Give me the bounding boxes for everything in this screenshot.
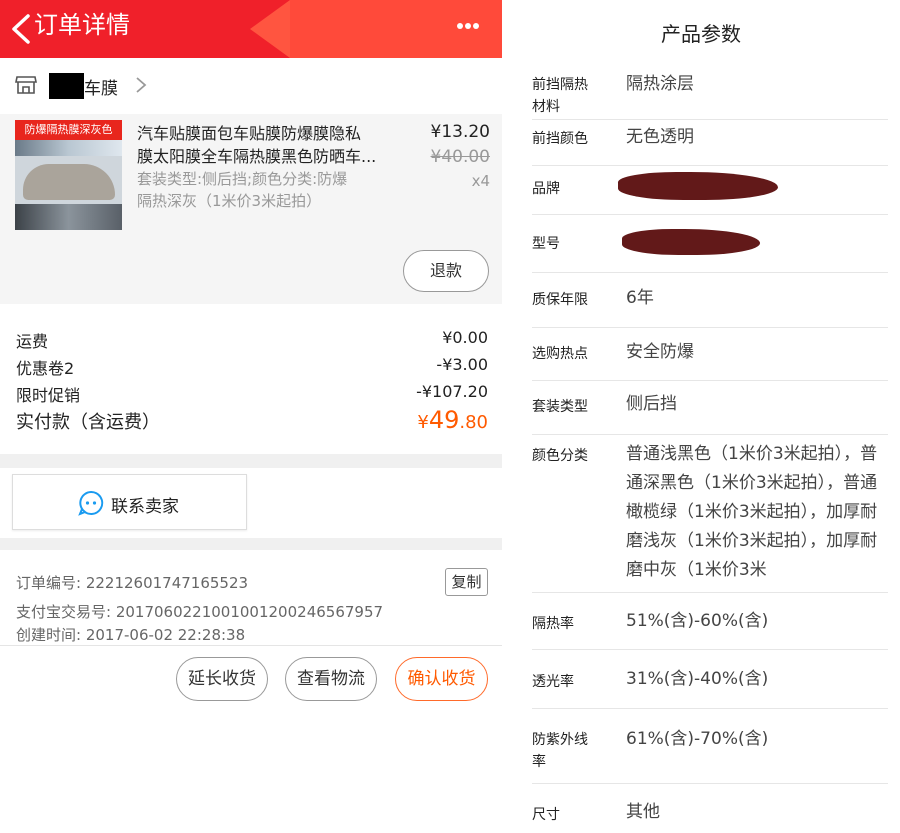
- redacted-shop-name: [49, 73, 84, 99]
- params-title: 产品参数: [661, 22, 741, 46]
- param-key: 品牌: [532, 181, 560, 197]
- confirm-receipt-button[interactable]: 确认收货: [395, 657, 488, 701]
- fee-row-coupon: 优惠卷2 -¥3.00: [16, 355, 488, 379]
- param-row: 隔热率 51%(含)-60%(含): [532, 593, 888, 650]
- param-key: 透光率: [532, 674, 574, 690]
- order-item[interactable]: 防爆隔热膜深灰色 汽车贴膜面包车贴膜防爆膜隐私 膜太阳膜全车隔热膜黑色防晒车..…: [0, 114, 502, 304]
- original-price: ¥40.00: [430, 147, 490, 167]
- shop-name: 车膜: [84, 79, 118, 99]
- total-row: 实付款（含运费） ¥49.80: [16, 406, 488, 434]
- thumbnail-car: [23, 164, 115, 200]
- section-divider: [0, 454, 502, 468]
- product-title[interactable]: 汽车贴膜面包车贴膜防爆膜隐私 膜太阳膜全车隔热膜黑色防晒车...: [137, 122, 392, 168]
- param-value: 其他: [626, 802, 660, 822]
- param-key: 选购热点: [532, 346, 588, 362]
- param-value: 普通浅黑色（1米价3米起拍），普通深黑色（1米价3米起拍），普通橄榄绿（1米价3…: [626, 444, 878, 580]
- unit-price: ¥13.20: [430, 122, 490, 142]
- product-sku: 套装类型:侧后挡;颜色分类:防爆 隔热深灰（1米价3米起拍）: [137, 168, 382, 212]
- product-title-line: 膜太阳膜全车隔热膜黑色防晒车...: [137, 147, 377, 166]
- total-label: 实付款（含运费）: [16, 412, 160, 433]
- shop-icon: [15, 76, 37, 94]
- param-value: 侧后挡: [626, 394, 677, 414]
- param-row: 前挡颜色 无色透明: [532, 120, 888, 166]
- fee-label: 运费: [16, 332, 49, 351]
- param-key: 隔热率: [532, 616, 574, 632]
- param-row: 颜色分类 普通浅黑色（1米价3米起拍），普通深黑色（1米价3米起拍），普通橄榄绿…: [532, 435, 888, 593]
- total-currency: ¥: [417, 412, 429, 433]
- thumbnail-window: [15, 204, 122, 230]
- param-key: 防紫外线率: [532, 732, 588, 770]
- param-row: 质保年限 6年: [532, 273, 888, 328]
- param-key: 颜色分类: [532, 448, 588, 464]
- total-amount: ¥49.80: [417, 406, 488, 434]
- fee-label: 优惠卷2: [16, 359, 75, 378]
- order-number: 订单编号: 22212601747165523: [16, 574, 249, 592]
- thumbnail-film-strip: [15, 140, 122, 156]
- product-params-panel: 产品参数 前挡隔热材料 隔热涂层 前挡颜色 无色透明 品牌 型号 质保年限 6年…: [502, 0, 900, 833]
- total-decimal: .80: [459, 412, 488, 433]
- param-row: 前挡隔热材料 隔热涂层: [532, 62, 888, 120]
- param-key: 前挡颜色: [532, 131, 588, 147]
- param-key: 型号: [532, 236, 560, 252]
- param-value: 51%(含)-60%(含): [626, 611, 769, 631]
- redacted-brand: [618, 172, 778, 200]
- param-value: 安全防爆: [626, 342, 694, 362]
- sku-line: 套装类型:侧后挡;颜色分类:防爆: [137, 170, 348, 188]
- param-key: 尺寸: [532, 807, 560, 823]
- quantity: x4: [471, 172, 490, 190]
- redacted-model: [622, 229, 760, 255]
- product-thumbnail[interactable]: 防爆隔热膜深灰色: [15, 120, 122, 230]
- param-value: 隔热涂层: [626, 74, 694, 94]
- order-info: 订单编号: 22212601747165523 复制 支付宝交易号: 20170…: [0, 550, 502, 645]
- param-row: 防紫外线率 61%(含)-70%(含): [532, 709, 888, 784]
- param-row: 选购热点 安全防爆: [532, 328, 888, 381]
- fee-value: -¥107.20: [416, 382, 488, 401]
- param-row: 套装类型 侧后挡: [532, 381, 888, 435]
- contact-seller-button[interactable]: 联系卖家: [12, 474, 247, 530]
- param-key: 质保年限: [532, 292, 588, 308]
- thumbnail-banner: 防爆隔热膜深灰色: [15, 120, 122, 140]
- view-logistics-button[interactable]: 查看物流: [285, 657, 377, 701]
- shop-row[interactable]: 车膜: [0, 58, 502, 114]
- param-key: 前挡隔热材料: [532, 77, 588, 115]
- alipay-transaction-number: 支付宝交易号: 2017060221001001200246567957: [16, 603, 384, 621]
- fee-value: ¥0.00: [442, 328, 488, 347]
- sku-line: 隔热深灰（1米价3米起拍）: [137, 192, 322, 210]
- header-bar: 订单详情: [0, 0, 502, 58]
- product-title-line: 汽车贴膜面包车贴膜防爆膜隐私: [137, 124, 362, 143]
- param-value: 6年: [626, 288, 654, 308]
- contact-seller-label: 联系卖家: [111, 497, 179, 517]
- extend-receipt-button[interactable]: 延长收货: [176, 657, 268, 701]
- total-integer: 49: [428, 406, 460, 434]
- param-row: 透光率 31%(含)-40%(含): [532, 650, 888, 709]
- fee-row-promotion: 限时促销 -¥107.20: [16, 382, 488, 406]
- refund-button[interactable]: 退款: [403, 250, 489, 292]
- copy-button[interactable]: 复制: [445, 568, 488, 596]
- fee-row-shipping: 运费 ¥0.00: [16, 328, 488, 352]
- param-key: 套装类型: [532, 399, 588, 415]
- param-value: 61%(含)-70%(含): [626, 729, 769, 749]
- section-divider: [0, 538, 502, 550]
- order-detail-panel: 订单详情 车膜 防爆隔热膜深灰色 汽车贴膜面包车贴膜防爆膜隐私 膜太阳膜全车隔热…: [0, 0, 502, 833]
- contact-area: 联系卖家: [0, 468, 502, 538]
- param-row: 尺寸 其他: [532, 784, 888, 833]
- param-row: 品牌: [532, 166, 888, 215]
- header-decoration: [250, 0, 290, 58]
- created-time: 创建时间: 2017-06-02 22:28:38: [16, 626, 246, 644]
- chevron-right-icon: [136, 77, 147, 93]
- chat-bubble-icon: [78, 490, 104, 516]
- param-value: 31%(含)-40%(含): [626, 669, 769, 689]
- fee-summary: 运费 ¥0.00 优惠卷2 -¥3.00 限时促销 -¥107.20 实付款（含…: [0, 304, 502, 454]
- page-title: 订单详情: [34, 11, 130, 39]
- param-row: 型号: [532, 215, 888, 273]
- more-options-icon[interactable]: [456, 22, 480, 30]
- param-value: 无色透明: [626, 127, 694, 147]
- fee-label: 限时促销: [16, 386, 81, 405]
- fee-value: -¥3.00: [436, 355, 488, 374]
- divider: [0, 645, 502, 646]
